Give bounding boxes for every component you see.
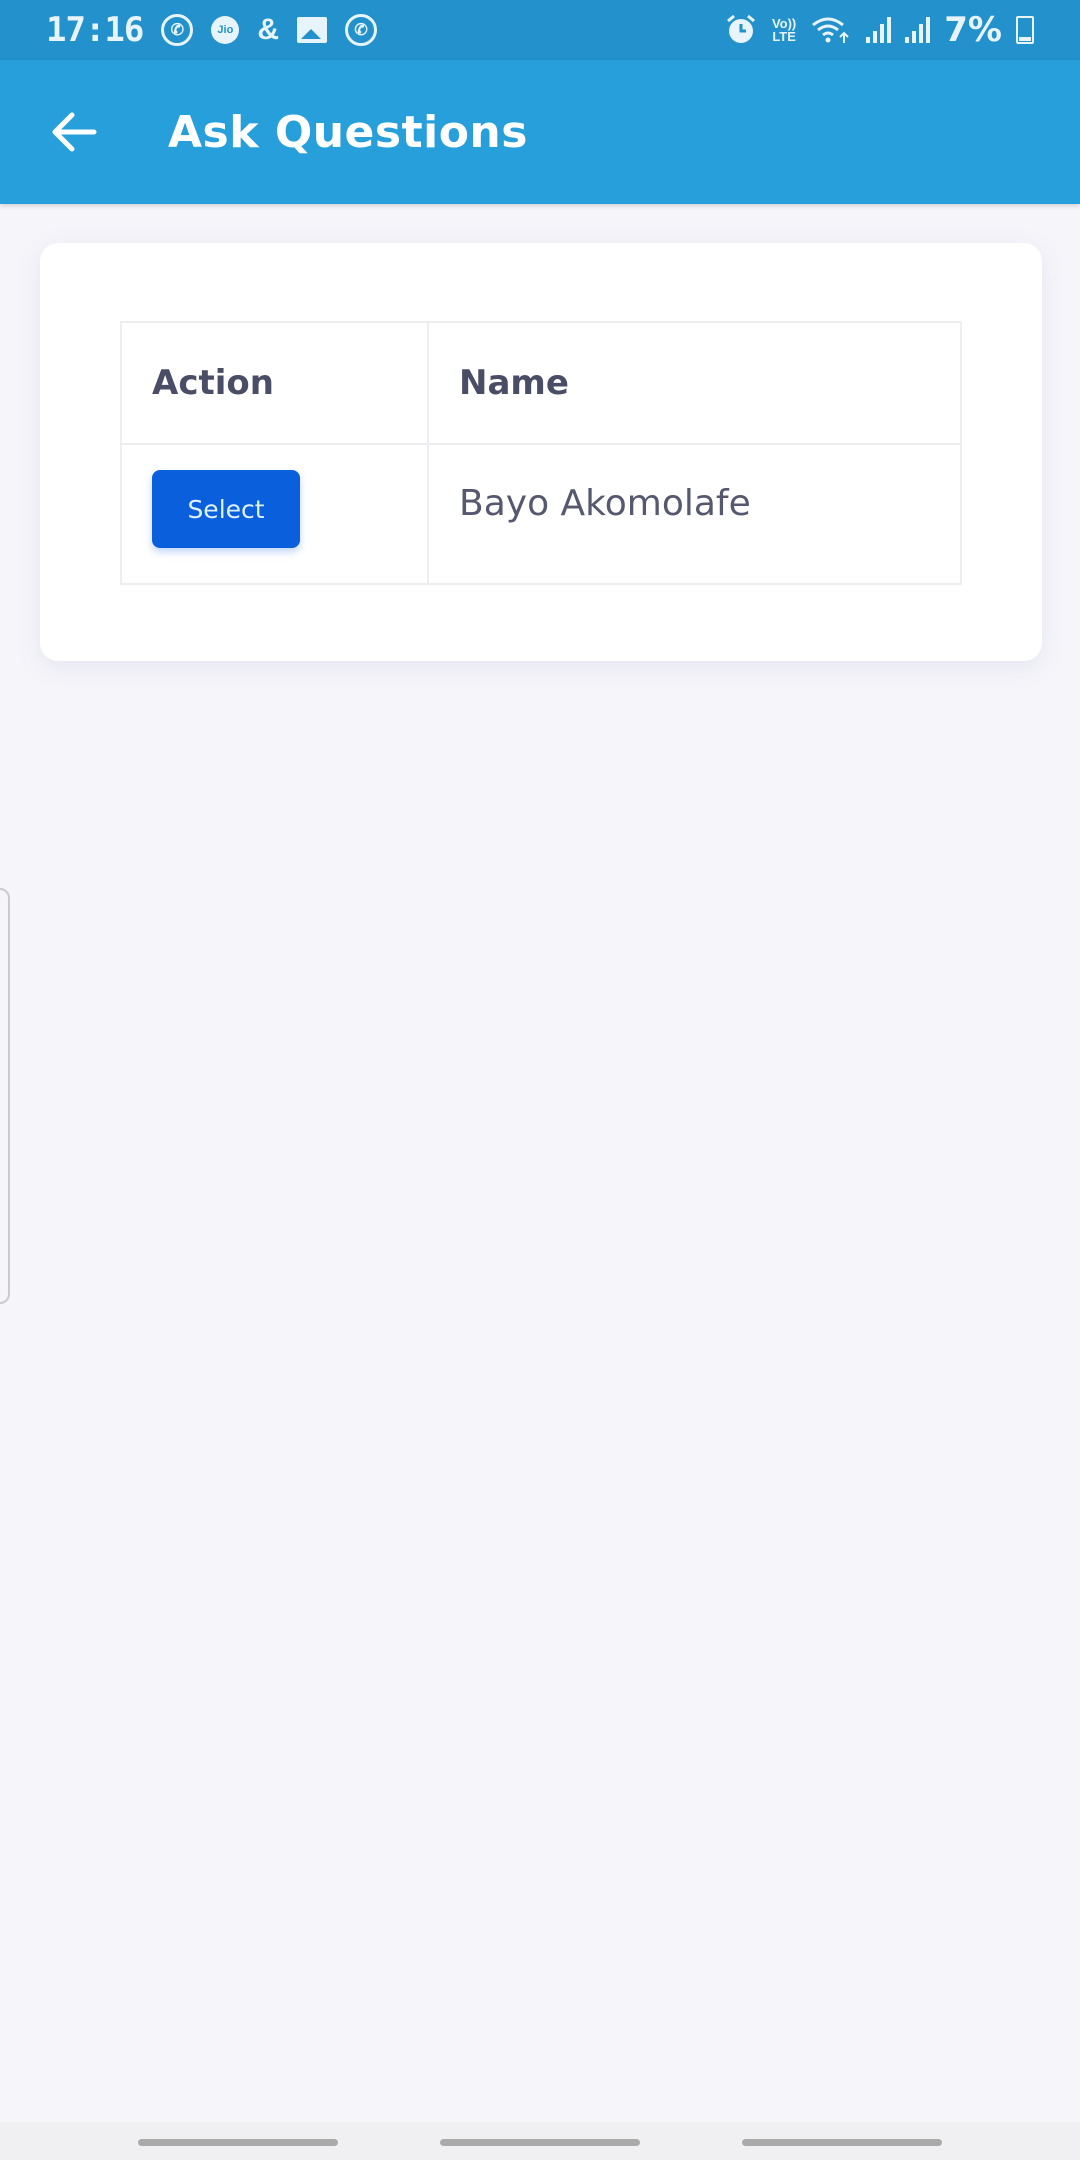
signal-icon [905,17,931,43]
home-button[interactable] [440,2139,640,2146]
select-button[interactable]: Select [152,470,300,548]
status-right: Vo)) LTE 7% [724,10,1034,50]
app-bar: Ask Questions [0,60,1080,204]
notification-icon: & [257,13,280,46]
table-row: Select Bayo Akomolafe [120,443,962,585]
recents-button[interactable] [138,2139,338,2146]
status-time: 17:16 [46,10,144,50]
signal-icon [866,17,892,43]
action-cell: Select [120,443,429,585]
battery-percent: 7% [944,10,1002,50]
battery-charging-icon [1016,16,1034,44]
page-title: Ask Questions [168,106,528,158]
volte-bottom-label: LTE [772,29,796,44]
name-cell: Bayo Akomolafe [427,443,962,585]
alarm-icon [724,13,758,47]
back-button[interactable] [34,92,114,172]
column-header-name: Name [427,321,962,445]
status-left: 17:16 ✆ Jio & ✆ [46,10,378,50]
call-icon: ✆ [345,14,378,46]
whatsapp-icon: ✆ [161,14,194,46]
wifi-icon [810,15,852,45]
volte-icon: Vo)) LTE [772,17,796,43]
jio-icon: Jio [211,16,240,44]
navigation-bar [0,2122,1080,2160]
selection-card: Action Name Select Bayo Akomolafe [40,243,1042,661]
back-nav-button[interactable] [742,2139,942,2146]
column-header-action: Action [120,321,429,445]
arrow-left-icon [52,112,97,152]
users-table: Action Name Select Bayo Akomolafe [120,321,962,585]
edge-panel-handle[interactable] [0,888,10,1304]
gallery-icon [297,17,328,43]
status-bar: 17:16 ✆ Jio & ✆ Vo)) LTE 7% [0,0,1080,60]
table-header-row: Action Name [120,321,962,445]
